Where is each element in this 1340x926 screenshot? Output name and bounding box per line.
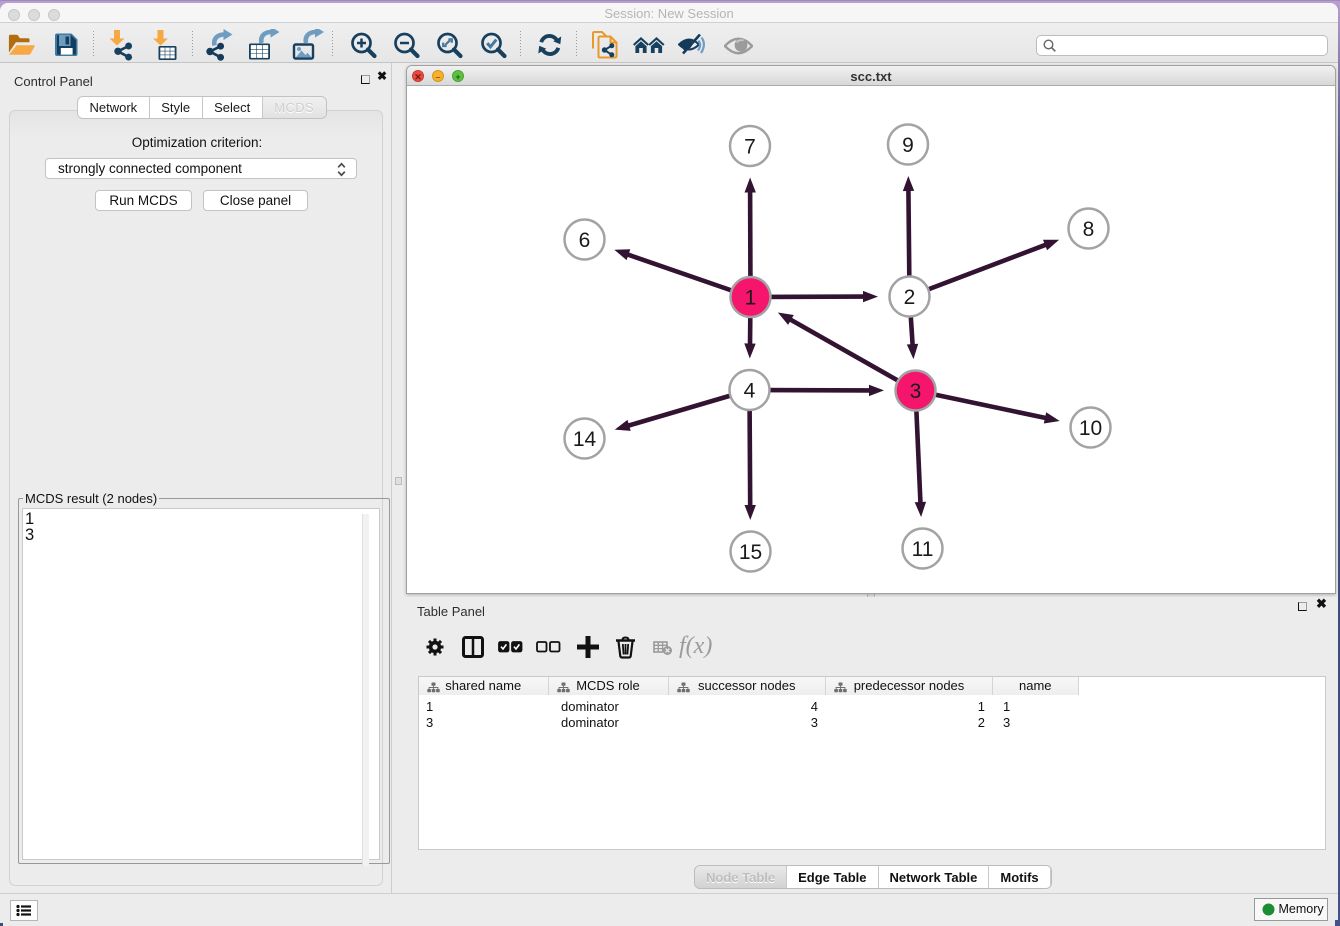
- svg-text:1: 1: [745, 287, 757, 310]
- svg-text:10: 10: [1079, 417, 1102, 440]
- svg-text:14: 14: [573, 428, 597, 451]
- svg-text:8: 8: [1083, 218, 1095, 241]
- svg-text:6: 6: [579, 229, 591, 252]
- svg-text:3: 3: [910, 380, 922, 403]
- svg-text:11: 11: [912, 538, 934, 561]
- svg-text:9: 9: [902, 134, 914, 157]
- svg-text:4: 4: [744, 380, 756, 403]
- svg-text:15: 15: [739, 541, 762, 564]
- svg-text:7: 7: [744, 136, 756, 159]
- svg-text:2: 2: [904, 286, 916, 309]
